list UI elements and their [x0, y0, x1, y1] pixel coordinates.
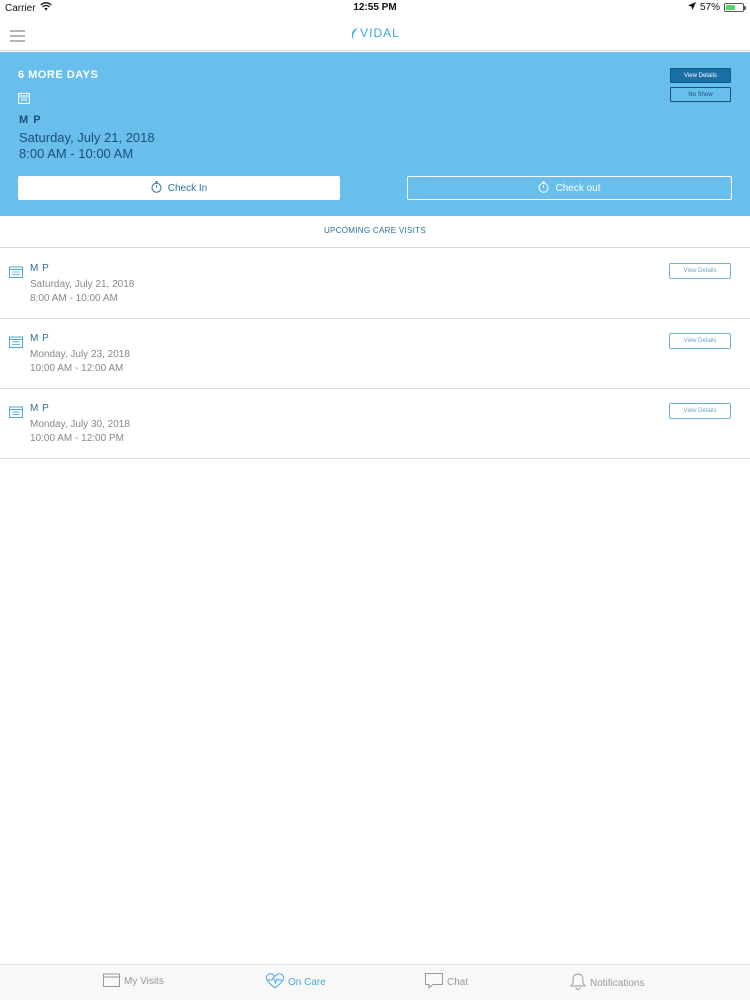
chat-bubble-icon [425, 973, 443, 992]
visit-row[interactable]: M P Saturday, July 21, 2018 8:00 AM - 10… [0, 249, 750, 319]
tab-on-care[interactable]: On Care [265, 973, 326, 992]
calendar-icon [18, 91, 30, 109]
status-right: 57% [687, 2, 746, 13]
logo-text: VIDAL [360, 26, 400, 40]
logo-swoosh-icon [352, 27, 359, 40]
visit-client-name: M P [30, 403, 50, 414]
visit-date: Monday, July 23, 2018 [30, 349, 130, 360]
battery-icon [724, 3, 746, 12]
visit-time: 10:00 AM - 12:00 AM [30, 363, 124, 374]
visit-date: Saturday, July 21, 2018 [30, 279, 135, 290]
calendar-icon [9, 405, 23, 423]
visit-time: 8:00 AM - 10:00 AM [19, 146, 134, 161]
view-details-button[interactable]: View Details [669, 333, 731, 349]
navigation-bar: VIDAL [0, 16, 750, 51]
check-in-label: Check In [167, 182, 208, 194]
calendar-icon [103, 973, 120, 990]
heart-pulse-icon [265, 973, 285, 992]
check-out-button[interactable]: Check out [407, 176, 732, 200]
tab-label: On Care [288, 977, 326, 988]
visit-row[interactable]: M P Monday, July 23, 2018 10:00 AM - 12:… [0, 319, 750, 389]
visit-time: 10:00 AM - 12:00 PM [30, 433, 124, 444]
calendar-icon [9, 335, 23, 353]
check-out-label: Check out [555, 182, 601, 194]
calendar-icon [9, 265, 23, 283]
visit-client-name: M P [30, 263, 50, 274]
tab-label: Chat [447, 977, 469, 988]
days-until-visit: 6 MORE DAYS [18, 69, 99, 81]
upcoming-visits-heading: UPCOMING CARE VISITS [0, 216, 750, 248]
tab-bar: My Visits On Care Chat Notifications [0, 964, 750, 1000]
bell-icon [569, 973, 587, 993]
current-visit-card: 6 MORE DAYS M P Saturday, July 21, 2018 … [0, 52, 750, 216]
view-details-button[interactable]: View Details [670, 68, 731, 83]
view-details-button[interactable]: View Details [669, 403, 731, 419]
visit-row[interactable]: M P Monday, July 30, 2018 10:00 AM - 12:… [0, 389, 750, 459]
no-show-button[interactable]: No Show [670, 87, 731, 102]
client-name: M P [19, 114, 42, 126]
stopwatch-icon [151, 180, 162, 196]
location-arrow-icon [687, 2, 696, 13]
status-bar: Carrier 12:55 PM 57% [0, 0, 750, 16]
tab-chat[interactable]: Chat [425, 973, 468, 992]
visit-client-name: M P [30, 333, 50, 344]
visit-date: Monday, July 30, 2018 [30, 419, 130, 430]
battery-percent: 57% [699, 2, 720, 13]
visit-date: Saturday, July 21, 2018 [19, 130, 155, 145]
tab-my-visits[interactable]: My Visits [103, 973, 164, 990]
tab-label: Notifications [590, 977, 645, 989]
app-logo: VIDAL [0, 26, 750, 41]
status-time: 12:55 PM [353, 2, 397, 13]
check-in-button[interactable]: Check In [18, 176, 340, 200]
stopwatch-icon [538, 180, 549, 196]
tab-notifications[interactable]: Notifications [569, 973, 645, 993]
visit-time: 8:00 AM - 10:00 AM [30, 293, 118, 304]
battery-level [726, 5, 736, 10]
tab-label: My Visits [124, 976, 164, 987]
view-details-button[interactable]: View Details [669, 263, 731, 279]
